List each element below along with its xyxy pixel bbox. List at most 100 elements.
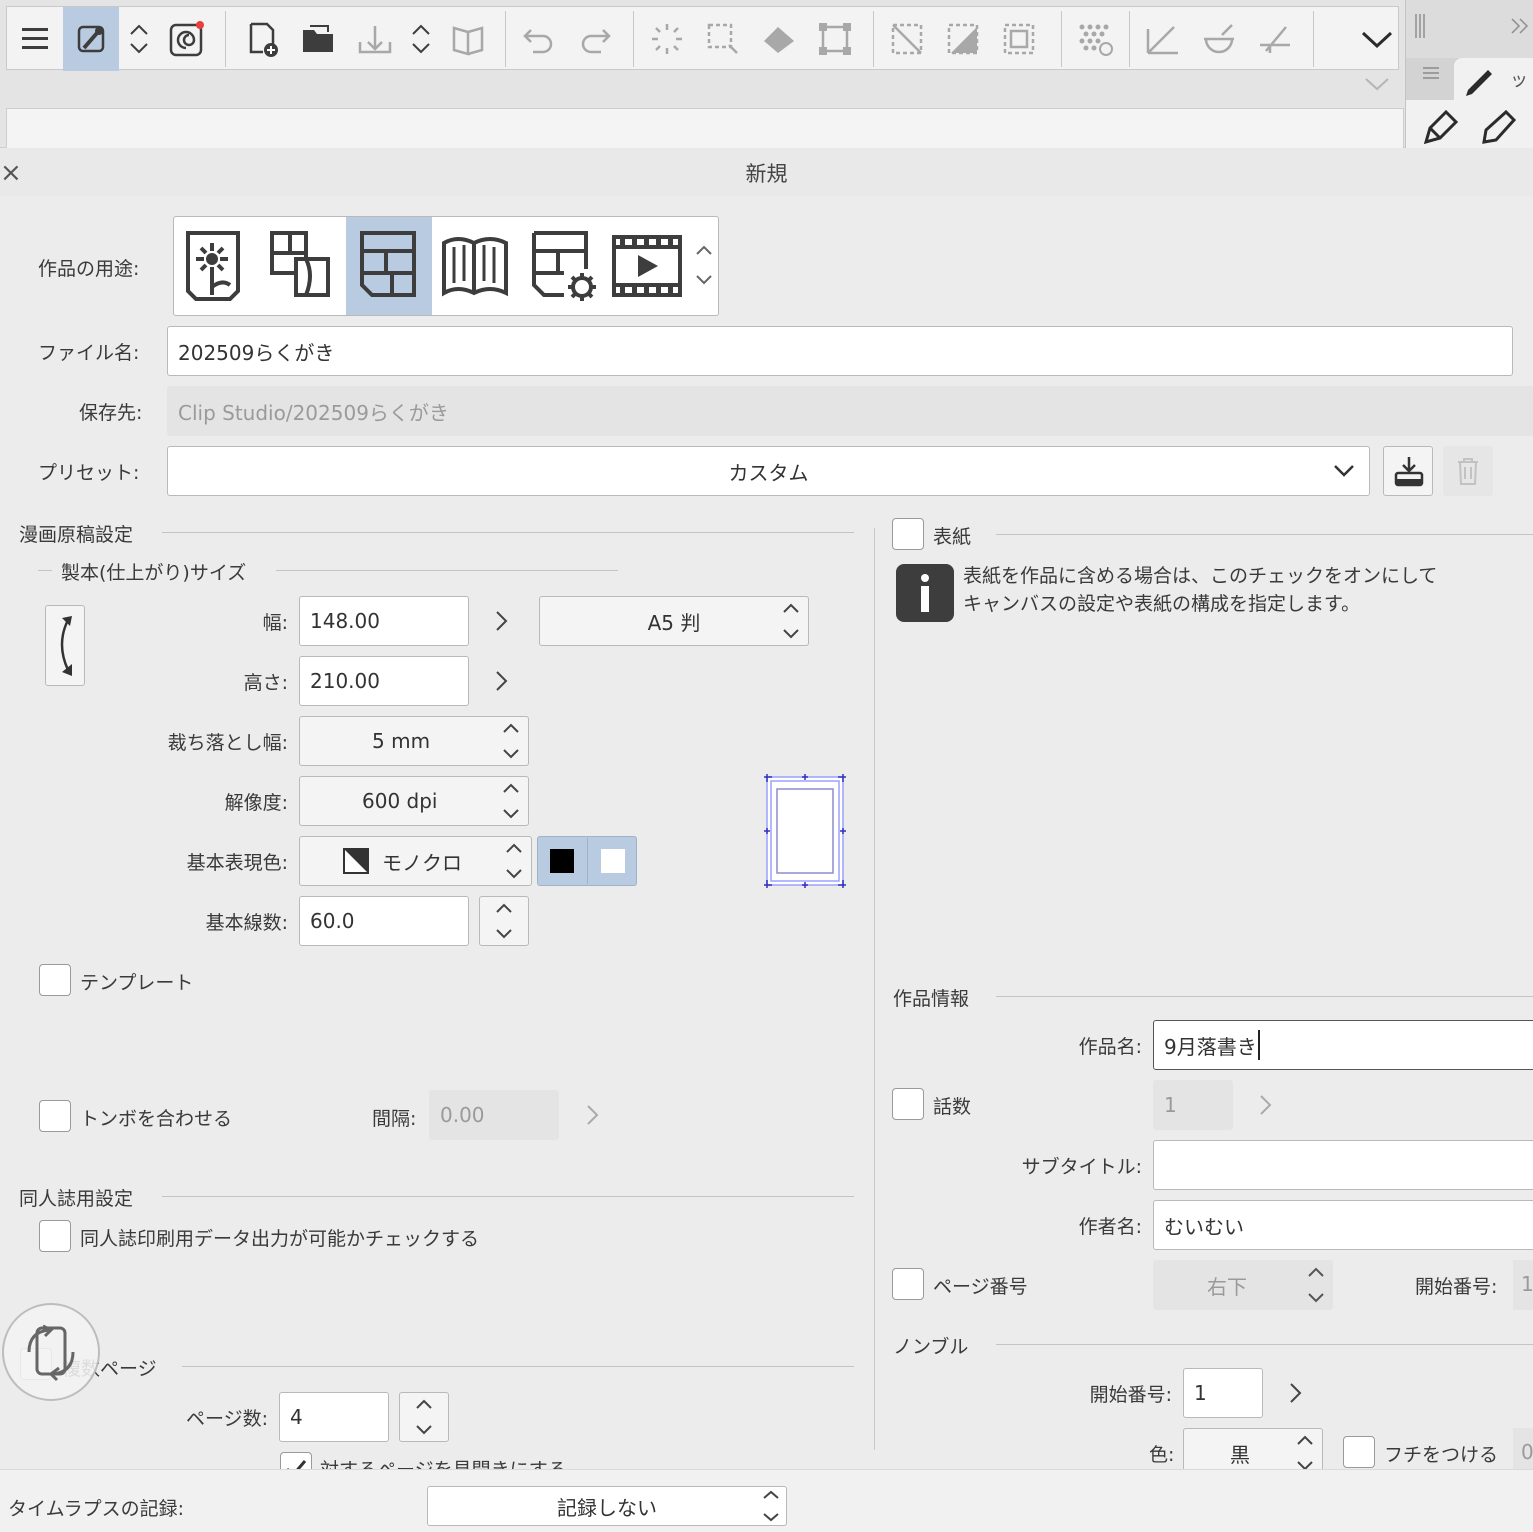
deselect-icon[interactable]	[879, 7, 935, 71]
file-name-input[interactable]: 202509らくがき	[167, 326, 1513, 376]
template-checkbox[interactable]	[39, 964, 71, 996]
chevron-updown-icon[interactable]	[119, 7, 159, 71]
delete-preset-button[interactable]	[1443, 446, 1493, 496]
cover-checkbox[interactable]	[892, 518, 924, 550]
preset-select[interactable]: カスタム	[167, 446, 1370, 496]
subtitle-label: サブタイトル:	[1021, 1156, 1142, 1178]
episode-label: 話数	[933, 1096, 972, 1118]
tab-pen[interactable]: ッ	[1454, 58, 1533, 100]
book-icon[interactable]	[441, 7, 497, 71]
manga-section-title: 漫画原稿設定	[19, 524, 134, 546]
pen-icon[interactable]	[1420, 108, 1460, 148]
chevron-updown-icon[interactable]	[401, 7, 441, 71]
illustration-icon[interactable]	[182, 229, 248, 305]
ruler-perspective-icon[interactable]	[1135, 7, 1191, 71]
undo-icon[interactable]	[511, 7, 567, 71]
comic-icon[interactable]	[356, 229, 422, 305]
text-cursor	[1257, 1030, 1260, 1060]
white-swatch[interactable]	[601, 849, 625, 873]
nombre-color-value: 黒	[1230, 1442, 1250, 1467]
bleed-select[interactable]: 5 mm	[299, 716, 529, 766]
selection-border-icon[interactable]	[991, 7, 1047, 71]
lpi-input[interactable]: 60.0	[299, 896, 469, 946]
command-bar-secondary	[6, 108, 1404, 148]
redo-icon[interactable]	[567, 7, 623, 71]
ruler-curve-icon[interactable]	[1191, 7, 1247, 71]
black-swatch[interactable]	[550, 849, 574, 873]
webtoon-icon[interactable]	[266, 229, 336, 305]
spread-checkbox[interactable]	[280, 1452, 312, 1469]
eyedropper-icon[interactable]	[63, 7, 119, 71]
output-color-toggle[interactable]	[537, 836, 637, 886]
book-icon[interactable]	[440, 229, 510, 305]
file-name-label: ファイル名:	[38, 342, 140, 364]
paper-size-select[interactable]: A5 判	[539, 596, 809, 646]
chevron-down-icon[interactable]	[1364, 76, 1390, 92]
grip-icon[interactable]	[1414, 14, 1426, 38]
episode-checkbox[interactable]	[892, 1088, 924, 1120]
transform-icon[interactable]	[807, 7, 863, 71]
height-input[interactable]: 210.00	[299, 656, 469, 706]
animation-icon[interactable]	[610, 229, 686, 305]
color-mode-select[interactable]: モノクロ	[299, 836, 532, 886]
menu-icon[interactable]	[7, 7, 63, 71]
page-number-label: ページ番号	[933, 1276, 1028, 1298]
nombre-color-select[interactable]: 黒	[1183, 1428, 1323, 1469]
menu-icon[interactable]	[1422, 66, 1440, 80]
nombre-border-checkbox[interactable]	[1343, 1436, 1375, 1468]
dialog-footer: タイムラプスの記録: 記録しない	[0, 1469, 1533, 1532]
chevron-down-icon[interactable]	[1353, 7, 1401, 71]
work-title-input[interactable]: 9月落書き	[1153, 1020, 1533, 1070]
pencil-icon[interactable]	[1478, 108, 1518, 148]
screentone-icon[interactable]	[1067, 7, 1123, 71]
color-mode-label: 基本表現色:	[186, 852, 288, 874]
dialog-title: 新規	[745, 162, 788, 186]
page-count-input[interactable]: 4	[279, 1392, 389, 1442]
resolution-label: 解像度:	[224, 792, 288, 814]
invert-selection-icon[interactable]	[935, 7, 991, 71]
save-icon[interactable]	[347, 7, 403, 71]
new-file-icon[interactable]	[235, 7, 291, 71]
fill-icon[interactable]	[751, 7, 807, 71]
nombre-start-input[interactable]: 1	[1183, 1368, 1263, 1418]
bleed-value: 5 mm	[372, 729, 431, 753]
doujin-check-label: 同人誌印刷用データ出力が可能かチェックする	[80, 1228, 480, 1250]
dialog-titlebar: × 新規	[0, 148, 1533, 196]
custom-comic-icon[interactable]	[528, 229, 602, 305]
chevron-right-icon	[1260, 1095, 1272, 1115]
chevron-updown-icon	[503, 837, 525, 885]
timelapse-select[interactable]: 記録しない	[427, 1486, 787, 1526]
swap-orientation-button[interactable]	[45, 605, 85, 686]
open-folder-icon[interactable]	[291, 7, 347, 71]
crop-marks-checkbox[interactable]	[39, 1100, 71, 1132]
chevron-updown-icon	[416, 1399, 432, 1435]
tool-list	[1406, 100, 1533, 148]
main-toolbar	[0, 0, 1405, 148]
chevron-right-icon[interactable]	[494, 670, 510, 692]
cover-info-line2: キャンバスの設定や表紙の構成を指定します。	[963, 593, 1361, 615]
nombre-color-row-clip: 色: 黒 フチをつける 0	[1140, 1428, 1533, 1469]
page-number-checkbox[interactable]	[892, 1268, 924, 1300]
select-area-icon[interactable]	[695, 7, 751, 71]
chevron-right-icon[interactable]	[494, 610, 510, 632]
subtitle-input[interactable]	[1153, 1140, 1533, 1190]
side-panel: ッ	[1405, 0, 1533, 148]
preset-label: プリセット:	[38, 462, 140, 484]
resolution-select[interactable]: 600 dpi	[299, 776, 529, 826]
svg-text:ッ: ッ	[1510, 70, 1528, 91]
loading-spin-icon[interactable]	[639, 7, 695, 71]
clip-studio-icon[interactable]	[159, 7, 215, 71]
chevron-updown-icon[interactable]	[694, 243, 714, 287]
ruler-straight-icon[interactable]	[1247, 7, 1303, 71]
page-count-stepper[interactable]	[399, 1392, 449, 1442]
width-input[interactable]: 148.00	[299, 596, 469, 646]
chevron-right-icon[interactable]	[1288, 1382, 1304, 1404]
lpi-stepper[interactable]	[479, 896, 529, 946]
lpi-label: 基本線数:	[205, 912, 288, 934]
author-input[interactable]: むいむい	[1153, 1200, 1533, 1250]
save-preset-button[interactable]	[1383, 446, 1433, 496]
canvas-rotate-button[interactable]	[2, 1303, 100, 1401]
double-chevron-right-icon[interactable]	[1510, 16, 1530, 36]
doujin-check-checkbox[interactable]	[39, 1220, 71, 1252]
divider	[162, 1196, 854, 1197]
